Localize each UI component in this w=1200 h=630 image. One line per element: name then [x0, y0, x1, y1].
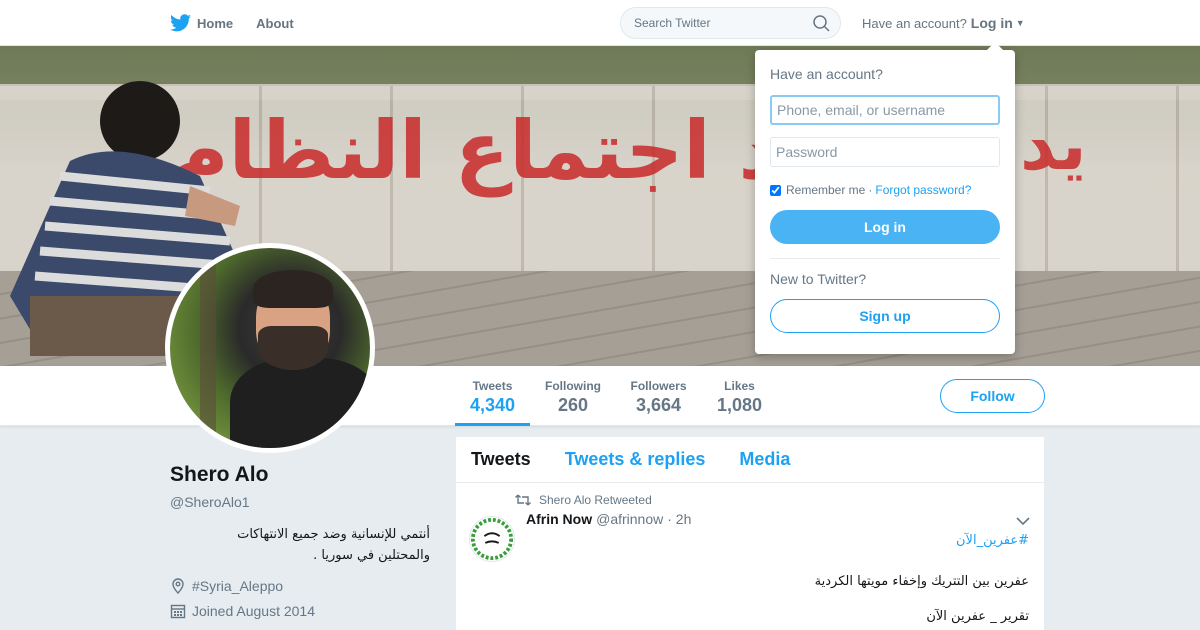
banner-graffiti-right: يد [1020, 104, 1087, 186]
remember-me-checkbox[interactable] [770, 184, 781, 196]
nav-about-link[interactable]: About [256, 16, 294, 31]
login-dropdown-toggle[interactable]: Log in [971, 15, 1013, 31]
avatar-hair [253, 270, 333, 308]
tweet-author-handle[interactable]: @afrinnow [596, 511, 663, 527]
profile-joined: Joined August 2014 [170, 603, 440, 619]
stat-followers-value: 3,664 [635, 395, 682, 415]
top-navigation-bar: Home About Have an account? Log in ▼ [0, 0, 1200, 46]
calendar-icon [170, 604, 186, 619]
stat-likes-value: 1,080 [716, 395, 763, 415]
tweet-author-name[interactable]: Afrin Now [526, 511, 592, 527]
profile-location: #Syria_Aleppo [170, 578, 440, 594]
remember-me-label[interactable]: Remember me [786, 183, 865, 197]
tweet-text-line: تقرير _ عفرين الآن [926, 609, 1029, 624]
separator-dot: · [868, 183, 873, 197]
login-dropdown: Have an account? Remember me · Forgot pa… [755, 42, 1015, 354]
forgot-password-link[interactable]: Forgot password? [875, 183, 971, 197]
timeline: Tweets Tweets & replies Media Shero Alo … [456, 437, 1044, 630]
stat-following-label: Following [545, 379, 601, 393]
login-dropdown-heading: Have an account? [770, 66, 883, 82]
signup-button[interactable]: Sign up [770, 299, 1000, 333]
tab-media[interactable]: Media [739, 449, 790, 470]
follow-button[interactable]: Follow [940, 379, 1045, 413]
stat-followers[interactable]: Followers 3,664 [625, 366, 692, 426]
profile-joined-text: Joined August 2014 [192, 603, 315, 619]
tab-tweets[interactable]: Tweets [471, 449, 531, 470]
location-pin-icon [172, 578, 184, 594]
divider [770, 258, 1000, 259]
tweet-hashtag[interactable]: #عفرين_الآن [526, 533, 1029, 548]
stat-tweets[interactable]: Tweets 4,340 [455, 366, 530, 426]
login-prompt: Have an account? Log in ▼ [862, 15, 1025, 31]
profile-avatar[interactable] [165, 243, 375, 453]
remember-me-row: Remember me · Forgot password? [770, 183, 1000, 197]
tweet-text: #عفرين_الآن عفرين بين التتريك وإخفاء موي… [526, 533, 1029, 624]
global-nav: Home About [170, 0, 317, 46]
search-box [620, 7, 841, 39]
tab-tweets-and-replies[interactable]: Tweets & replies [565, 449, 706, 470]
profile-location-text[interactable]: #Syria_Aleppo [192, 578, 283, 594]
tweet-item[interactable]: Shero Alo Retweeted Afrin Now @afrinnow … [456, 483, 1044, 630]
profile-bio: أنتمي للإنسانية وضد جميع الانتهاكات والم… [170, 524, 430, 566]
search-icon[interactable] [813, 15, 830, 32]
retweet-icon [515, 494, 531, 506]
tweet-text-line: عفرين بين التتريك وإخفاء مويتها الكردية [814, 574, 1029, 589]
profile-bio-line: أنتمي للإنسانية وضد جميع الانتهاكات [237, 527, 430, 542]
nav-home-link[interactable]: Home [170, 14, 233, 32]
timeline-tabs: Tweets Tweets & replies Media [456, 437, 1044, 483]
login-prompt-text: Have an account? [862, 15, 967, 31]
profile-name[interactable]: Shero Alo [170, 463, 440, 487]
tweet-author-avatar[interactable] [469, 516, 515, 562]
login-button[interactable]: Log in [770, 210, 1000, 244]
twitter-bird-icon [170, 14, 191, 32]
tweet-header: Afrin Now @afrinnow · 2h [526, 511, 1029, 527]
avatar-beard [258, 326, 328, 370]
stat-tweets-value: 4,340 [469, 395, 516, 415]
profile-bio-line: والمحتلين في سوريا . [313, 548, 430, 563]
new-to-twitter-heading: New to Twitter? [770, 271, 867, 287]
chevron-down-icon[interactable]: ▼ [1016, 18, 1025, 28]
stat-followers-label: Followers [630, 379, 687, 393]
nav-home-label: Home [197, 15, 234, 31]
password-field[interactable] [770, 137, 1000, 167]
profile-header-card: Shero Alo @SheroAlo1 أنتمي للإنسانية وضد… [170, 463, 440, 619]
stat-likes[interactable]: Likes 1,080 [714, 366, 765, 426]
stat-likes-label: Likes [724, 379, 755, 393]
stat-following-value: 260 [557, 395, 589, 415]
retweet-context: Shero Alo Retweeted [515, 493, 1029, 507]
avatar-background-tree [200, 248, 216, 448]
stat-tweets-label: Tweets [472, 379, 513, 393]
afrin-now-logo-icon [470, 517, 514, 561]
retweet-context-text[interactable]: Shero Alo Retweeted [539, 493, 652, 507]
username-field[interactable] [770, 95, 1000, 125]
tweet-timestamp[interactable]: · 2h [667, 511, 691, 527]
banner-graffiti-left: ـيد اجتماع النظام [170, 104, 845, 197]
avatar-shirt [230, 358, 370, 448]
chevron-down-icon[interactable] [1016, 516, 1030, 526]
profile-handle[interactable]: @SheroAlo1 [170, 494, 440, 510]
search-input[interactable] [634, 16, 804, 30]
stat-following[interactable]: Following 260 [540, 366, 606, 426]
nav-about-label: About [256, 15, 294, 31]
